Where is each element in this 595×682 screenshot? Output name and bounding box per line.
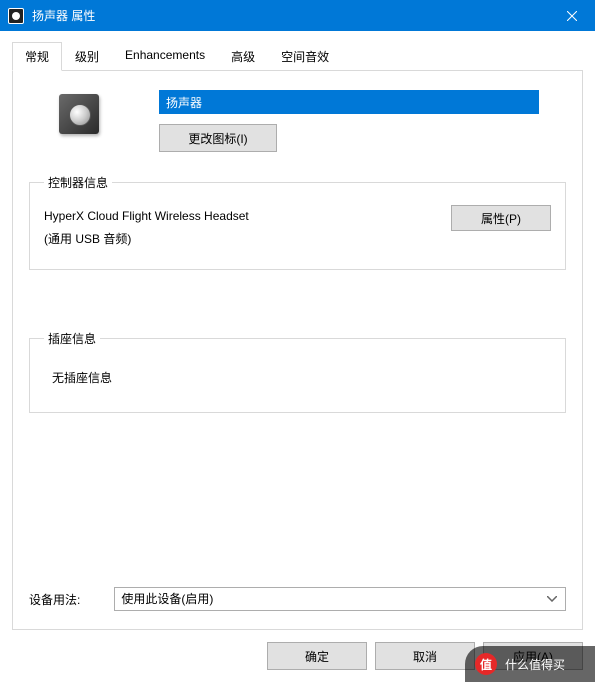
tab-strip: 常规 级别 Enhancements 高级 空间音效 bbox=[12, 42, 583, 71]
tab-levels[interactable]: 级别 bbox=[62, 42, 112, 70]
titlebar: 扬声器 属性 bbox=[0, 0, 595, 31]
jack-fieldset: 插座信息 无插座信息 bbox=[29, 330, 566, 413]
properties-button[interactable]: 属性(P) bbox=[451, 205, 551, 231]
device-column: 更改图标(I) bbox=[159, 90, 539, 152]
controller-fieldset: 控制器信息 HyperX Cloud Flight Wireless Heads… bbox=[29, 174, 566, 270]
controller-name: HyperX Cloud Flight Wireless Headset bbox=[44, 205, 249, 228]
ok-button[interactable]: 确定 bbox=[267, 642, 367, 670]
close-icon bbox=[567, 11, 577, 21]
tab-advanced[interactable]: 高级 bbox=[218, 42, 268, 70]
controller-type: (通用 USB 音频) bbox=[44, 228, 249, 251]
cancel-button[interactable]: 取消 bbox=[375, 642, 475, 670]
close-button[interactable] bbox=[549, 0, 595, 31]
app-icon bbox=[8, 8, 24, 24]
controller-row: HyperX Cloud Flight Wireless Headset (通用… bbox=[44, 205, 551, 251]
device-row: 更改图标(I) bbox=[29, 90, 566, 152]
speaker-icon bbox=[59, 94, 99, 134]
apply-button[interactable]: 应用(A) bbox=[483, 642, 583, 670]
window-title: 扬声器 属性 bbox=[32, 7, 549, 24]
tab-enhancements[interactable]: Enhancements bbox=[112, 42, 218, 70]
tab-panel-general: 更改图标(I) 控制器信息 HyperX Cloud Flight Wirele… bbox=[12, 70, 583, 630]
tab-spatial[interactable]: 空间音效 bbox=[268, 42, 342, 70]
dialog-content: 常规 级别 Enhancements 高级 空间音效 更改图标(I) 控制器信息… bbox=[0, 31, 595, 682]
tab-general[interactable]: 常规 bbox=[12, 42, 62, 71]
controller-info: HyperX Cloud Flight Wireless Headset (通用… bbox=[44, 205, 249, 251]
jack-text: 无插座信息 bbox=[44, 361, 551, 394]
usage-select[interactable]: 使用此设备(启用) bbox=[114, 587, 566, 611]
device-name-input[interactable] bbox=[159, 90, 539, 114]
dialog-button-row: 确定 取消 应用(A) bbox=[12, 630, 583, 670]
controller-legend: 控制器信息 bbox=[44, 174, 112, 191]
usage-row: 设备用法: 使用此设备(启用) bbox=[29, 587, 566, 611]
jack-legend: 插座信息 bbox=[44, 330, 100, 347]
usage-label: 设备用法: bbox=[29, 591, 80, 608]
change-icon-button[interactable]: 更改图标(I) bbox=[159, 124, 277, 152]
